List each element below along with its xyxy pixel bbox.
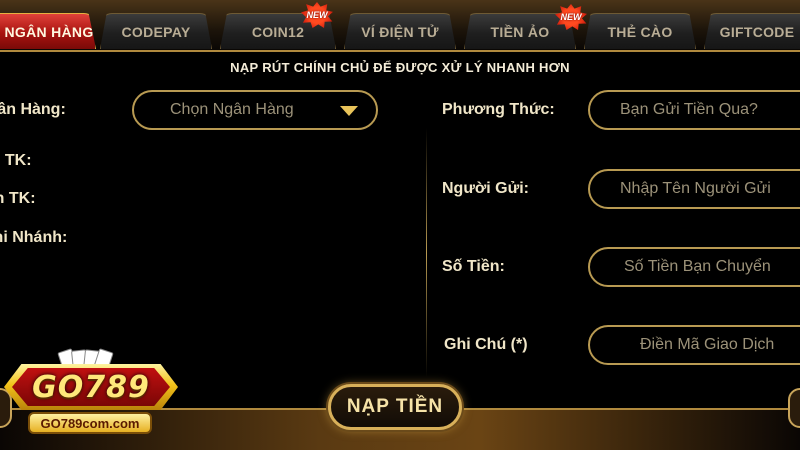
- sender-input[interactable]: [590, 171, 800, 207]
- go789-logo: GO789 GO789com.com: [4, 348, 178, 446]
- amount-label: Số Tiền:: [442, 258, 505, 275]
- bank-select-placeholder: Chọn Ngân Hàng: [170, 101, 294, 118]
- method-select[interactable]: Bạn Gửi Tiền Qua?: [588, 90, 800, 130]
- tab-bar: NGÂN HÀNG CODEPAY COIN12 VÍ ĐIỆN TỬ TIỀN…: [0, 0, 800, 52]
- chevron-down-icon: [340, 106, 358, 116]
- logo-domain-text: GO789com.com: [28, 412, 152, 434]
- tab-codepay-label: CODEPAY: [121, 23, 191, 40]
- column-divider: [426, 128, 427, 378]
- tab-crypto-label: TIỀN ẢO: [490, 23, 550, 40]
- bank-label: Ngân Hàng:: [0, 101, 66, 118]
- tab-giftcode[interactable]: GIFTCODE: [704, 13, 800, 49]
- amount-input[interactable]: [590, 249, 800, 285]
- method-select-placeholder: Bạn Gửi Tiền Qua?: [620, 101, 758, 118]
- branch-label: Chi Nhánh:: [0, 229, 68, 246]
- scroll-right-button[interactable]: [788, 388, 800, 428]
- sender-field[interactable]: [588, 169, 800, 209]
- tab-bank[interactable]: NGÂN HÀNG: [0, 13, 96, 49]
- tab-scratch-card-label: THẺ CÀO: [607, 23, 673, 40]
- note-label: Ghi Chú (*): [444, 336, 528, 353]
- logo-brand-text: GO789: [32, 369, 150, 405]
- tab-codepay[interactable]: CODEPAY: [100, 13, 212, 49]
- tab-giftcode-label: GIFTCODE: [719, 23, 795, 40]
- sender-label: Người Gửi:: [442, 180, 529, 197]
- account-name-label: Tên TK:: [0, 190, 36, 207]
- tab-e-wallet[interactable]: VÍ ĐIỆN TỬ: [344, 13, 456, 49]
- notice-text: NẠP RÚT CHÍNH CHỦ ĐỂ ĐƯỢC XỬ LÝ NHANH HƠ…: [230, 60, 570, 75]
- bank-select[interactable]: Chọn Ngân Hàng: [132, 90, 378, 130]
- tab-scratch-card[interactable]: THẺ CÀO: [584, 13, 696, 49]
- tab-bank-label: NGÂN HÀNG: [4, 23, 94, 40]
- method-label: Phương Thức:: [442, 101, 555, 118]
- amount-field[interactable]: [588, 247, 800, 287]
- logo-badge-inner: GO789: [12, 368, 170, 406]
- deposit-button[interactable]: NẠP TIỀN: [328, 384, 462, 430]
- account-number-label: Số TK:: [0, 152, 32, 169]
- tab-crypto[interactable]: TIỀN ẢO: [464, 13, 576, 49]
- note-field[interactable]: [588, 325, 800, 365]
- tab-coin12-label: COIN12: [251, 23, 305, 40]
- tab-e-wallet-label: VÍ ĐIỆN TỬ: [361, 23, 439, 40]
- note-input[interactable]: [590, 327, 800, 363]
